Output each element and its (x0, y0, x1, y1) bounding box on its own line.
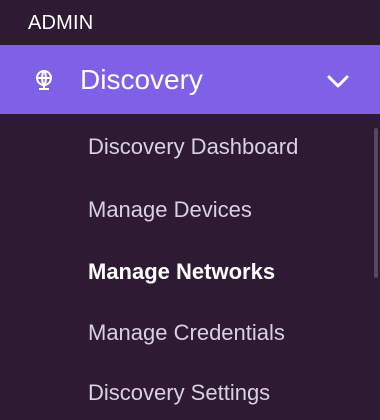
chevron-down-icon[interactable] (326, 73, 350, 89)
submenu-item-discovery-settings[interactable]: Discovery Settings (88, 380, 270, 406)
nav-group-label: Discovery (80, 64, 203, 95)
section-title: ADMIN (28, 12, 94, 34)
submenu-item-discovery-dashboard[interactable]: Discovery Dashboard (88, 134, 298, 160)
globe-icon (32, 67, 56, 91)
submenu-item-manage-devices[interactable]: Manage Devices (88, 197, 252, 223)
submenu-item-manage-credentials[interactable]: Manage Credentials (88, 320, 285, 346)
scrollbar-thumb[interactable] (374, 128, 378, 278)
submenu-item-manage-networks[interactable]: Manage Networks (88, 259, 275, 285)
nav-group-discovery[interactable]: Discovery (0, 45, 380, 114)
